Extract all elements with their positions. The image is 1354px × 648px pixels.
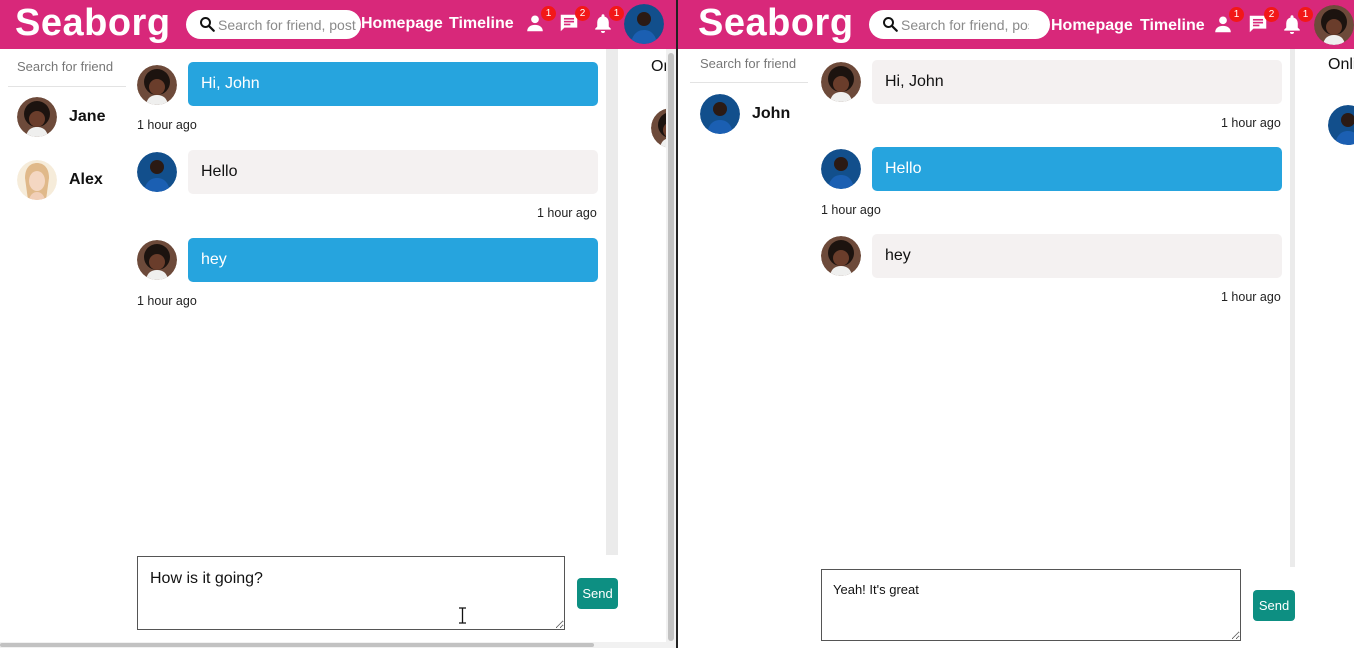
message-bubble: Hi, John	[188, 62, 598, 106]
message-bubble: Hello	[188, 150, 598, 194]
global-search[interactable]	[869, 10, 1050, 39]
friend-item-alex[interactable]: Alex	[17, 160, 127, 204]
online-users-title: Online users	[1328, 56, 1354, 73]
friend-name: John	[752, 105, 791, 122]
friend-requests-button[interactable]: 1	[524, 6, 556, 38]
messages-badge: 2	[575, 6, 590, 21]
nav-homepage[interactable]: Homepage	[1051, 17, 1133, 35]
split-screen: Seaborg Homepage Timeline 1 2 1	[0, 0, 1354, 648]
global-search-input[interactable]	[218, 14, 356, 35]
notifications-badge: 1	[1298, 7, 1313, 22]
friend-item-jane[interactable]: Jane	[17, 97, 127, 141]
friend-requests-badge: 1	[1229, 7, 1244, 22]
logo[interactable]: Seaborg	[15, 2, 171, 45]
friend-requests-button[interactable]: 1	[1212, 7, 1244, 39]
friend-search-input[interactable]	[17, 57, 129, 75]
message-time: 1 hour ago	[137, 118, 197, 132]
messages-button[interactable]: 2	[558, 6, 590, 38]
search-icon	[198, 15, 216, 33]
chat-scrollbar[interactable]	[1290, 49, 1295, 567]
friend-requests-badge: 1	[541, 6, 556, 21]
message-avatar	[821, 149, 861, 189]
person-icon	[524, 15, 546, 38]
online-user-avatar[interactable]	[1328, 105, 1354, 145]
message-time: 1 hour ago	[1221, 290, 1281, 304]
chat-icon	[1247, 15, 1269, 39]
topbar: Seaborg Homepage Timeline 1 2 1	[678, 0, 1354, 49]
nav-timeline[interactable]: Timeline	[1140, 17, 1205, 35]
message-bubble: hey	[872, 234, 1282, 278]
message-avatar	[137, 152, 177, 192]
friend-search-divider	[8, 86, 126, 87]
message-avatar	[137, 240, 177, 280]
message-time: 1 hour ago	[821, 203, 881, 217]
notifications-button[interactable]: 1	[592, 6, 624, 38]
friend-avatar	[17, 160, 57, 200]
messages-badge: 2	[1264, 7, 1279, 22]
page-vertical-scroll-thumb[interactable]	[668, 53, 674, 641]
friend-avatar	[17, 97, 57, 137]
message-time: 1 hour ago	[537, 206, 597, 220]
global-search[interactable]	[186, 10, 361, 39]
friend-avatar	[700, 94, 740, 134]
message-avatar	[821, 236, 861, 276]
send-button[interactable]: Send	[1253, 590, 1295, 621]
search-icon	[881, 15, 899, 33]
page-horizontal-scroll-thumb[interactable]	[0, 643, 594, 647]
person-icon	[1212, 16, 1234, 39]
page-horizontal-scrollbar[interactable]	[0, 642, 666, 648]
current-user-avatar[interactable]	[624, 4, 664, 44]
message-bubble: hey	[188, 238, 598, 282]
chat-scrollbar[interactable]	[606, 49, 618, 555]
message-input[interactable]	[137, 556, 565, 630]
friend-name: Jane	[69, 108, 106, 125]
text-cursor-icon	[459, 607, 466, 624]
notifications-badge: 1	[609, 6, 624, 21]
nav-homepage[interactable]: Homepage	[361, 15, 443, 33]
global-search-input[interactable]	[901, 14, 1029, 35]
message-bubble: Hi, John	[872, 60, 1282, 104]
message-time: 1 hour ago	[137, 294, 197, 308]
message-avatar	[137, 65, 177, 105]
bell-icon	[592, 14, 614, 38]
message-input[interactable]	[821, 569, 1241, 641]
friend-search-divider	[690, 82, 808, 83]
friend-search-input[interactable]	[700, 54, 810, 72]
logo[interactable]: Seaborg	[698, 2, 854, 45]
left-browser-window: Seaborg Homepage Timeline 1 2 1	[0, 0, 676, 648]
message-bubble: Hello	[872, 147, 1282, 191]
chat-icon	[558, 14, 580, 38]
message-time: 1 hour ago	[1221, 116, 1281, 130]
friend-item-john[interactable]: John	[700, 94, 810, 138]
send-button[interactable]: Send	[577, 578, 618, 609]
nav-timeline[interactable]: Timeline	[449, 15, 514, 33]
messages-button[interactable]: 2	[1247, 7, 1279, 39]
message-avatar	[821, 62, 861, 102]
notifications-button[interactable]: 1	[1281, 7, 1313, 39]
page-vertical-scrollbar[interactable]	[666, 49, 676, 648]
topbar: Seaborg Homepage Timeline 1 2 1	[0, 0, 676, 49]
right-browser-window: Seaborg Homepage Timeline 1 2 1	[678, 0, 1354, 648]
bell-icon	[1281, 15, 1303, 39]
current-user-avatar[interactable]	[1314, 5, 1354, 45]
friend-name: Alex	[69, 171, 103, 188]
